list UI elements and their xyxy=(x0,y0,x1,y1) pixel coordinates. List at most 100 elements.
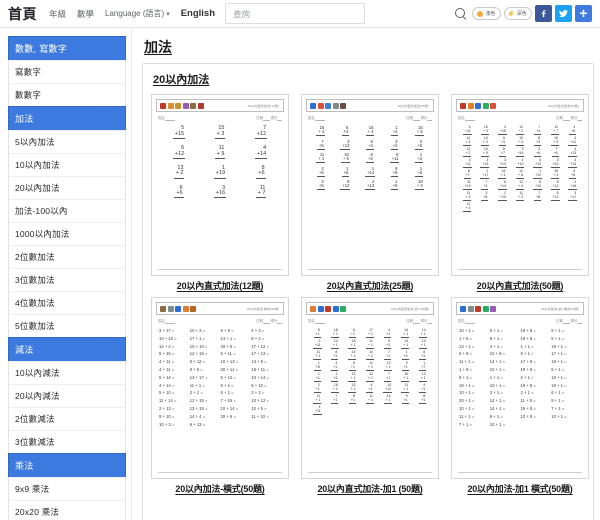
dark-theme-toggle[interactable]: 深色 xyxy=(503,7,532,20)
math-problem: 17 + 12 = xyxy=(251,343,269,349)
search-icon[interactable] xyxy=(454,7,468,21)
math-problem: 3 + 2 = xyxy=(251,390,265,396)
sidebar-item[interactable]: 3位數加法 xyxy=(8,268,126,292)
sidebar-group-header[interactable]: 數數, 寫數字 xyxy=(8,36,126,61)
problem-addend-bottom: +2 xyxy=(415,156,424,164)
worksheet-name-field: 姓名 xyxy=(158,116,165,120)
worksheet-thumbnail[interactable]: 20以內加法-加1 橫式(50題) 姓名 日期 得分 10 + 1 = 5 + 1 … xyxy=(451,297,589,479)
worksheet-cell[interactable]: 20以內直式加法-加1 (50題) 姓名 日期 得分 5 +1 18 + 1 6 +1 17 +… xyxy=(301,297,439,495)
share-icon[interactable]: + xyxy=(575,5,592,22)
worksheet-caption-link[interactable]: 20以內加法-加1 橫式(50題) xyxy=(467,482,572,495)
worksheet-cell[interactable]: 20以內加法-橫式(50題) 姓名 日期 得分 3 + 17 = 10 + 3 = 9… xyxy=(151,297,289,495)
sidebar-item[interactable]: 寫數字 xyxy=(8,60,126,84)
worksheet-cell[interactable]: 20以內直式加法(50題) 姓名 日期 得分 4 +11 15 + 3 4 +15 11 + 2… xyxy=(451,94,589,292)
math-problem: 14 + 1 xyxy=(348,350,357,360)
problem-addend-bottom: +3 xyxy=(534,140,542,146)
worksheet-score-field: 得分 xyxy=(569,116,578,120)
worksheet-header-title: 20以內直式加法(25題) xyxy=(397,104,430,108)
search-input[interactable]: 查詢 xyxy=(225,3,366,24)
problem-addend-bottom: +12 xyxy=(254,131,268,139)
sidebar-item[interactable]: 5以內加法 xyxy=(8,130,126,154)
worksheet-caption-link[interactable]: 20以內直式加法(12題) xyxy=(177,279,264,292)
worksheet-caption-link[interactable]: 20以內加法-橫式(50題) xyxy=(175,482,264,495)
math-problem: 7 +6 xyxy=(551,147,559,157)
sidebar-group-header[interactable]: 乘法 xyxy=(8,453,126,478)
nav-item-math[interactable]: 數學 xyxy=(77,8,94,20)
math-problem: 8 +1 xyxy=(419,350,427,360)
math-problem: 14 + 1 xyxy=(383,395,392,405)
light-theme-toggle[interactable]: 淺色 xyxy=(472,7,501,20)
math-problem: 10 + 3 xyxy=(480,136,489,146)
worksheet-header-strip: 20以內直式加法(12題) xyxy=(156,99,284,112)
worksheet-thumbnail[interactable]: 20以內加法-橫式(50題) 姓名 日期 得分 3 + 17 = 10 + 3 = 9… xyxy=(151,297,289,479)
sidebar-item[interactable]: 3位數減法 xyxy=(8,430,126,454)
problem-addend-bottom: +1 xyxy=(313,387,321,393)
problem-addend-bottom: + 1 xyxy=(348,376,357,382)
problem-addend-bottom: +1 xyxy=(331,398,339,405)
math-problem: 3 + 1 = xyxy=(489,390,503,396)
math-problem: 2 + 1 = xyxy=(520,374,534,380)
moon-icon xyxy=(508,10,515,17)
math-problem: 6 +4 xyxy=(366,139,374,150)
math-problem: 1 +17 xyxy=(480,169,490,179)
math-problem: 3 +16 xyxy=(213,185,227,199)
worksheet-thumbnail[interactable]: 20以內直式加法(50題) 姓名 日期 得分 4 +11 15 + 3 4 +15 11 + 2… xyxy=(451,94,589,276)
math-problem: 15 + 3 xyxy=(214,125,226,139)
worksheet-caption-link[interactable]: 20以內直式加法(25題) xyxy=(327,279,414,292)
sidebar-item[interactable]: 5位數加法 xyxy=(8,314,126,338)
sidebar-group-header[interactable]: 減法 xyxy=(8,337,126,362)
nav-item-english[interactable]: English xyxy=(181,8,215,19)
sidebar-item[interactable]: 1000以內加法 xyxy=(8,222,126,246)
math-problem: 14 + 4 = xyxy=(189,413,206,419)
sidebar-item[interactable]: 9x9 乘法 xyxy=(8,477,126,501)
sidebar-item[interactable]: 10以內減法 xyxy=(8,361,126,385)
facebook-icon[interactable] xyxy=(535,5,552,22)
decoration-icon xyxy=(340,102,346,109)
math-problem: 9 + 9 = xyxy=(220,328,234,333)
worksheet-score-field: 得分 xyxy=(419,319,428,323)
twitter-icon[interactable] xyxy=(555,5,572,22)
decoration-icon xyxy=(325,102,331,109)
sidebar-group-header[interactable]: 加法 xyxy=(8,106,126,131)
math-problem: 11 + 3 xyxy=(463,203,472,213)
math-problem: 10 + 1 = xyxy=(551,374,567,380)
problem-addend-bottom: +1 xyxy=(366,387,374,393)
sidebar-item[interactable]: 20以內加法 xyxy=(8,176,126,200)
worksheet-thumbnail[interactable]: 20以內直式加法(25題) 姓名 日期 得分 16 + 4 6 +4 15 + 4 1 +2 15… xyxy=(301,94,439,276)
worksheet-footer-rule xyxy=(458,269,582,275)
problem-addend-bottom: +16 xyxy=(568,184,578,190)
worksheet-thumbnail[interactable]: 20以內直式加法-加1 (50題) 姓名 日期 得分 5 +1 18 + 1 6 +1 17 +… xyxy=(301,297,439,479)
math-problem: 10 + 8 = xyxy=(489,351,506,357)
math-problem: 12 + 7 xyxy=(551,125,560,135)
problem-addend-bottom: + 1 xyxy=(313,354,322,360)
worksheet-cell[interactable]: 20以內加法-加1 橫式(50題) 姓名 日期 得分 10 + 1 = 5 + 1 … xyxy=(451,297,589,495)
worksheet-cell[interactable]: 20以內直式加法(12題) 姓名 日期 得分 5 +15 15 + 3 7 +12 6 +12 1… xyxy=(151,94,289,292)
math-problem: 3 +11 xyxy=(462,158,472,168)
sidebar-item[interactable]: 2位數減法 xyxy=(8,407,126,431)
nav-item-grade[interactable]: 年級 xyxy=(49,8,66,20)
math-problem: 4 +10 xyxy=(515,158,525,168)
problem-addend-bottom: +1 xyxy=(419,398,427,405)
problem-addend-bottom: + 8 xyxy=(516,173,524,179)
math-problem: 1 +2 xyxy=(390,125,399,137)
worksheet-cell[interactable]: 20以內直式加法(25題) 姓名 日期 得分 16 + 4 6 +4 15 + 4 1 +2 15… xyxy=(301,94,439,292)
sidebar-item[interactable]: 2位數加法 xyxy=(8,245,126,269)
worksheet-caption-link[interactable]: 20以內直式加法-加1 (50題) xyxy=(317,482,422,495)
sidebar-item[interactable]: 20x20 乘法 xyxy=(8,500,126,520)
sidebar-item[interactable]: 加法-100以內 xyxy=(8,199,126,223)
math-problem: 10 + 6 xyxy=(340,152,350,164)
sidebar-item[interactable]: 數數字 xyxy=(8,83,126,107)
math-problem: 7 +12 xyxy=(254,125,268,139)
nav-item-language[interactable]: Language (語言) ▾ xyxy=(105,8,170,19)
worksheet-caption-link[interactable]: 20以內直式加法(50題) xyxy=(477,279,564,292)
sidebar-item[interactable]: 20以內減法 xyxy=(8,384,126,408)
sidebar-item[interactable]: 4位數加法 xyxy=(8,291,126,315)
math-problem: 8 +12 xyxy=(550,192,560,202)
worksheet-thumbnail[interactable]: 20以內直式加法(12題) 姓名 日期 得分 5 +15 15 + 3 7 +12 6 +12 1… xyxy=(151,94,289,276)
home-link[interactable]: 首頁 xyxy=(8,4,37,24)
problem-addend-bottom: + 4 xyxy=(498,173,507,179)
math-problem: 11 + 2 xyxy=(516,125,524,135)
sidebar-item[interactable]: 10以內加法 xyxy=(8,153,126,177)
problem-addend-bottom: +6 xyxy=(534,151,542,157)
sun-icon xyxy=(477,10,484,17)
